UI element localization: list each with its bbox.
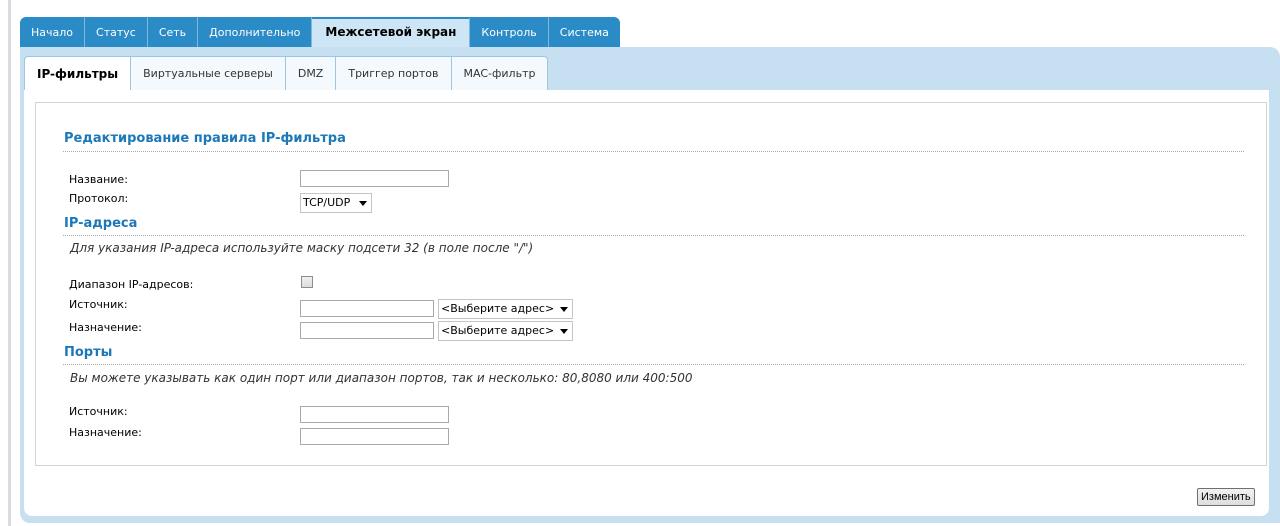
ip-source-input[interactable] xyxy=(300,300,434,317)
port-dest-label: Назначение: xyxy=(69,426,142,439)
divider xyxy=(63,364,1244,365)
port-source-input[interactable] xyxy=(300,406,449,423)
ip-dest-input[interactable] xyxy=(300,322,434,339)
protocol-select-value: TCP/UDP xyxy=(303,196,351,209)
tab-start[interactable]: Начало xyxy=(20,17,86,48)
ports-section-note: Вы можете указывать как один порт или ди… xyxy=(70,371,693,385)
port-dest-input[interactable] xyxy=(300,428,449,445)
top-navigation: Начало Статус Сеть Дополнительно Межсете… xyxy=(20,17,620,48)
tab-system[interactable]: Система xyxy=(548,17,620,48)
subtab-virtual-servers[interactable]: Виртуальные серверы xyxy=(131,56,286,90)
ip-source-select-value: <Выберите адрес> xyxy=(441,302,555,315)
chevron-down-icon xyxy=(359,201,367,206)
tab-network[interactable]: Сеть xyxy=(147,17,199,48)
subtab-port-trigger[interactable]: Триггер портов xyxy=(336,56,452,90)
left-border xyxy=(8,0,11,526)
protocol-select[interactable]: TCP/UDP xyxy=(300,193,372,213)
name-input[interactable] xyxy=(300,170,449,187)
tab-control[interactable]: Контроль xyxy=(470,17,549,48)
ip-dest-select[interactable]: <Выберите адрес> xyxy=(438,321,573,341)
chevron-down-icon xyxy=(560,329,568,334)
form-box xyxy=(35,102,1267,466)
tab-advanced[interactable]: Дополнительно xyxy=(198,17,313,48)
ip-dest-select-value: <Выберите адрес> xyxy=(441,324,555,337)
tab-firewall[interactable]: Межсетевой экран xyxy=(312,17,471,48)
subtab-ip-filters[interactable]: IP-фильтры xyxy=(24,56,132,90)
chevron-down-icon xyxy=(560,307,568,312)
ip-range-checkbox[interactable] xyxy=(301,276,313,288)
subtab-mac-filter[interactable]: MAC-фильтр xyxy=(451,56,549,90)
ip-section-note: Для указания IP-адреса используйте маску… xyxy=(70,241,534,255)
ip-range-label: Диапазон IP-адресов: xyxy=(69,278,194,291)
ip-section-title: IP-адреса xyxy=(64,216,138,231)
ports-section-title: Порты xyxy=(64,345,113,360)
protocol-label: Протокол: xyxy=(69,192,129,205)
subtab-dmz[interactable]: DMZ xyxy=(285,56,337,90)
divider xyxy=(63,151,1244,152)
tab-status[interactable]: Статус xyxy=(85,17,148,48)
divider xyxy=(63,235,1244,236)
ip-source-select[interactable]: <Выберите адрес> xyxy=(438,299,573,319)
form-title: Редактирование правила IP-фильтра xyxy=(64,131,346,146)
port-source-label: Источник: xyxy=(69,405,128,418)
change-button[interactable]: Изменить xyxy=(1197,488,1255,506)
name-label: Название: xyxy=(69,173,128,186)
ip-source-label: Источник: xyxy=(69,298,128,311)
ip-dest-label: Назначение: xyxy=(69,321,142,334)
sub-navigation: IP-фильтры Виртуальные серверы DMZ Тригг… xyxy=(24,56,549,90)
